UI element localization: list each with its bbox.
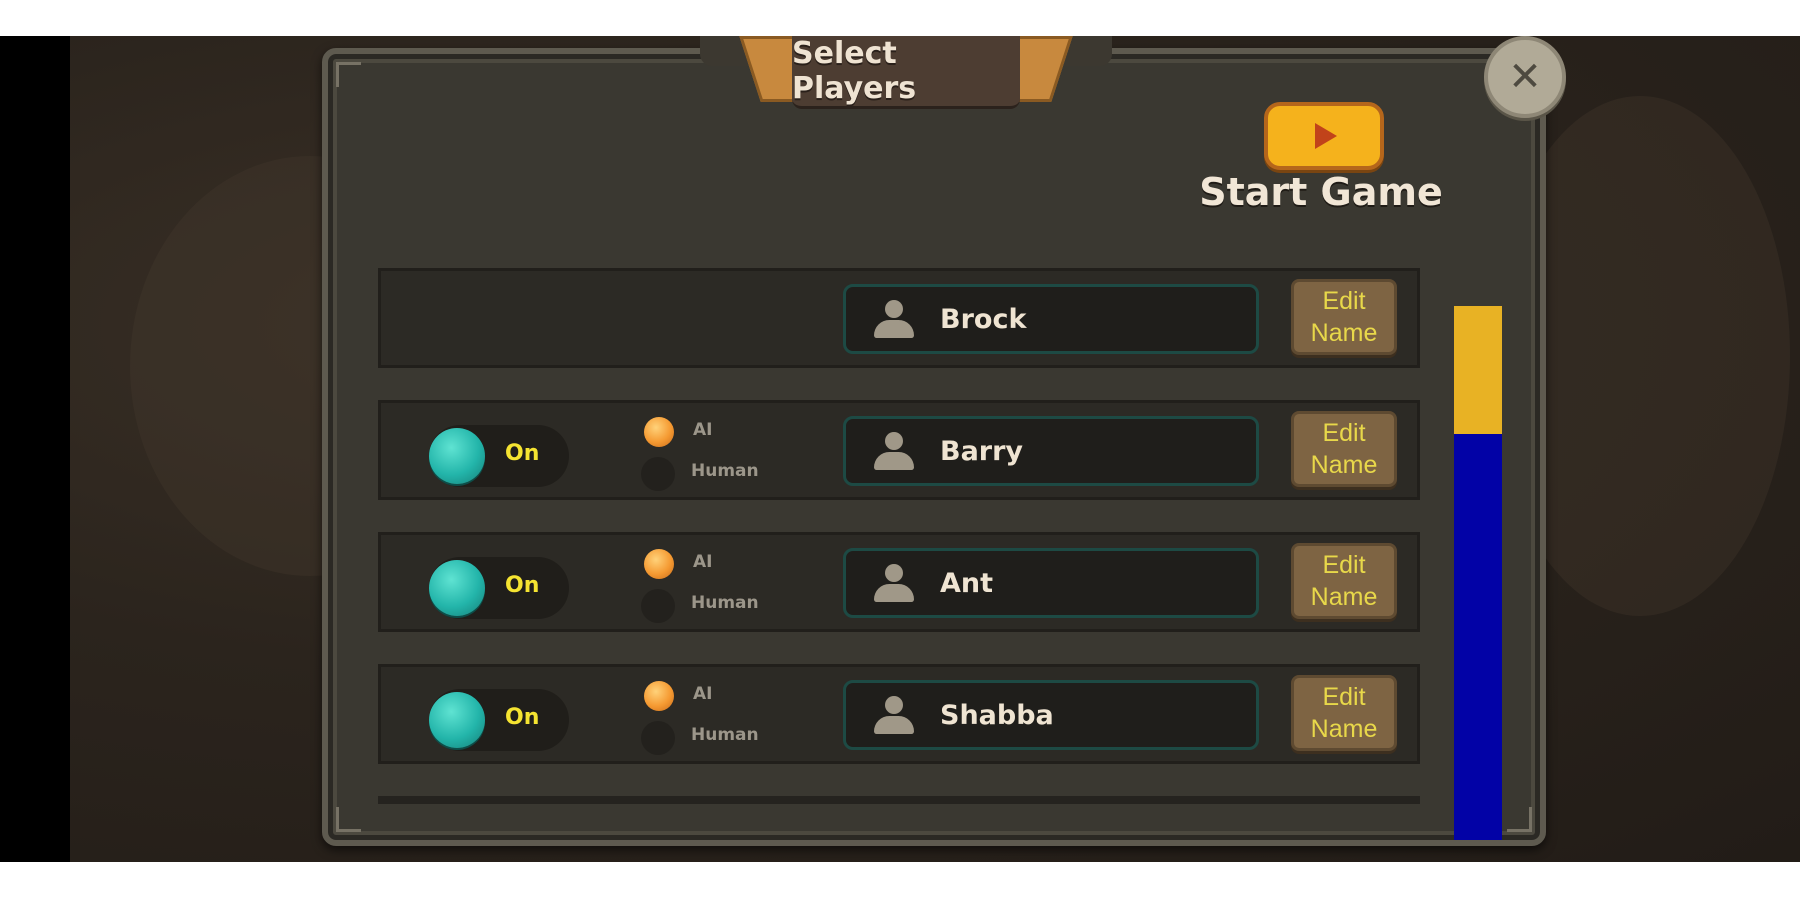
edit-name-button[interactable]: Edit Name	[1291, 411, 1397, 487]
player-row: Brock Edit Name	[378, 268, 1420, 368]
start-game-label[interactable]: Start Game	[1196, 170, 1446, 214]
ai-radio[interactable]	[644, 549, 674, 579]
edit-name-button[interactable]: Edit Name	[1291, 675, 1397, 751]
player-name: Ant	[940, 568, 994, 599]
toggle-label: On	[505, 573, 540, 598]
edit-name-label: Edit	[1322, 419, 1366, 447]
edit-name-button[interactable]: Edit Name	[1291, 279, 1397, 355]
toggle-label: On	[505, 705, 540, 730]
person-icon	[872, 300, 916, 340]
player-row: On AI Human Barry Edit Name	[378, 400, 1420, 500]
human-radio[interactable]	[641, 589, 675, 623]
start-game-button[interactable]	[1264, 102, 1384, 170]
toggle-label: On	[505, 441, 540, 466]
player-on-toggle[interactable]: On	[429, 557, 569, 619]
toggle-knob	[429, 428, 485, 484]
human-label: Human	[691, 461, 759, 481]
game-screen: Select Players ✕ Start Game Brock Edit N…	[0, 36, 1800, 862]
next-row-edge	[378, 796, 1420, 804]
person-icon	[872, 432, 916, 472]
close-icon: ✕	[1508, 54, 1542, 100]
player-name: Brock	[940, 304, 1027, 335]
ai-label: AI	[693, 684, 713, 704]
human-label: Human	[691, 725, 759, 745]
edit-name-label: Edit	[1322, 551, 1366, 579]
human-radio[interactable]	[641, 721, 675, 755]
edit-name-label: Name	[1310, 715, 1378, 743]
player-name: Barry	[940, 436, 1024, 467]
player-on-toggle[interactable]: On	[429, 425, 569, 487]
title-plate: Select Players	[792, 36, 1020, 109]
human-label: Human	[691, 593, 759, 613]
ai-radio[interactable]	[644, 417, 674, 447]
player-name-field[interactable]: Barry	[843, 416, 1259, 486]
edit-name-label: Name	[1310, 583, 1378, 611]
panel-corner	[1507, 807, 1532, 832]
edit-name-button[interactable]: Edit Name	[1291, 543, 1397, 619]
toggle-knob	[429, 560, 485, 616]
toggle-knob	[429, 692, 485, 748]
player-row: On AI Human Ant Edit Name	[378, 532, 1420, 632]
human-radio[interactable]	[641, 457, 675, 491]
player-row: On AI Human Shabba Edit Name	[378, 664, 1420, 764]
ai-label: AI	[693, 552, 713, 572]
title-banner: Select Players	[700, 36, 1112, 109]
player-name-field[interactable]: Shabba	[843, 680, 1259, 750]
panel-corner	[336, 62, 361, 87]
ai-radio[interactable]	[644, 681, 674, 711]
player-name: Shabba	[940, 700, 1054, 731]
player-name-field[interactable]: Ant	[843, 548, 1259, 618]
person-icon	[872, 696, 916, 736]
edit-name-label: Edit	[1322, 287, 1366, 315]
edit-name-label: Name	[1310, 319, 1378, 347]
player-on-toggle[interactable]: On	[429, 689, 569, 751]
edit-name-label: Name	[1310, 451, 1378, 479]
ai-label: AI	[693, 420, 713, 440]
person-icon	[872, 564, 916, 604]
edit-name-label: Edit	[1322, 683, 1366, 711]
player-name-field[interactable]: Brock	[843, 284, 1259, 354]
page-title: Select Players	[792, 36, 917, 106]
close-button[interactable]: ✕	[1484, 36, 1566, 118]
scrollbar-thumb[interactable]	[1454, 306, 1502, 434]
play-icon	[1315, 123, 1337, 149]
player-list-scrollbar[interactable]	[1454, 306, 1502, 840]
panel-corner	[336, 807, 361, 832]
